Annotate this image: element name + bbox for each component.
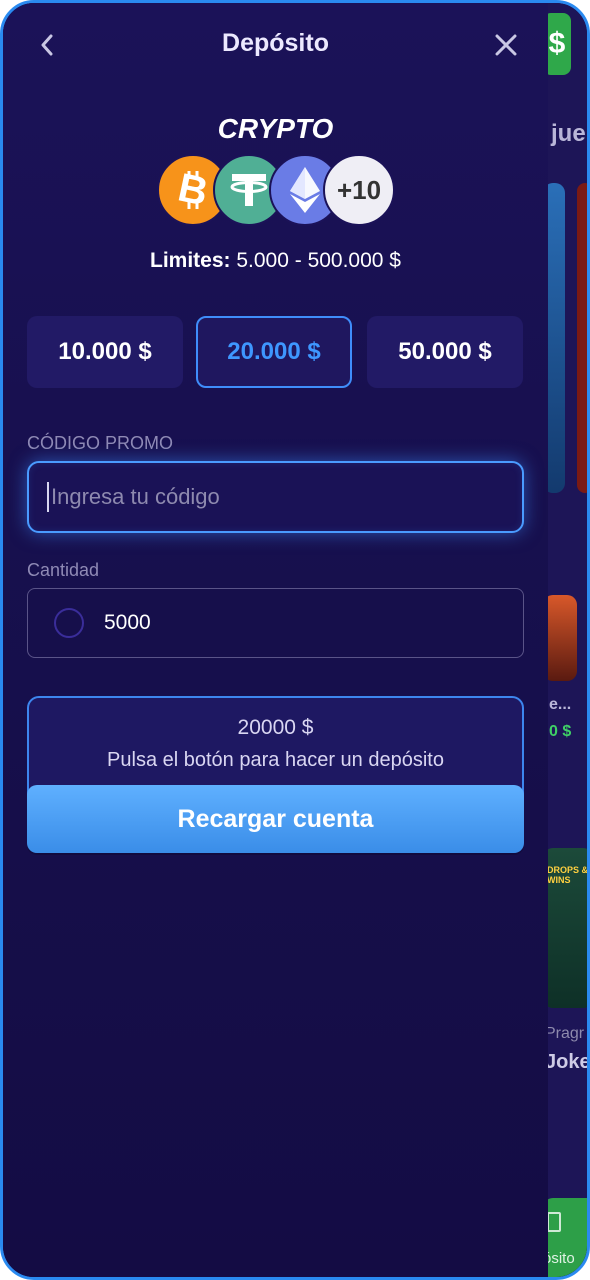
quantity-value: 5000 (104, 611, 151, 634)
close-button[interactable] (489, 27, 523, 63)
promo-code-input[interactable]: Ingresa tu código (27, 461, 524, 533)
bg-deposit-tab[interactable]: ósito (543, 1198, 587, 1277)
quantity-input[interactable]: 5000 (27, 588, 524, 658)
text-caret (47, 482, 49, 512)
page-title: Depósito (222, 29, 329, 57)
summary-hint: Pulsa el botón para hacer un depósito (107, 749, 444, 771)
currency-circle-icon (54, 608, 84, 638)
bg-game-name: e... (549, 696, 572, 713)
bg-drops-wins-logo: DROPS & WINS (547, 865, 589, 885)
close-icon (495, 34, 517, 56)
payment-method-title: CRYPTO (217, 113, 334, 144)
recharge-account-button[interactable]: Recargar cuenta (27, 785, 524, 853)
wallet-icon (547, 1212, 561, 1232)
limits-text: Limites: 5.000 - 500.000 $ (3, 249, 548, 273)
bg-game-card[interactable] (577, 183, 587, 493)
promo-code-placeholder: Ingresa tu código (51, 484, 220, 509)
summary-amount: 20000 $ (237, 716, 314, 739)
bg-section-title: jue (551, 120, 586, 147)
bg-game-name: Joke (545, 1051, 590, 1073)
limits-value: 5.000 - 500.000 $ (230, 249, 401, 272)
bg-game-prize: 0 $ (549, 723, 572, 740)
quick-amount-button-selected[interactable]: 20.000 $ (196, 316, 352, 388)
panel-header: Depósito (3, 3, 548, 87)
device-frame: $ jue e... 0 $ DROPS & WINS Pragr Joke ó… (0, 0, 590, 1280)
promo-code-label: CÓDIGO PROMO (27, 433, 174, 453)
deposit-panel: Depósito CRYPTO B +10 Limites: 5.000 - 5… (3, 3, 548, 1277)
bg-game-card[interactable] (543, 595, 577, 681)
quick-amount-button[interactable]: 50.000 $ (367, 316, 523, 388)
svg-text:B: B (174, 167, 211, 213)
bg-provider-name: Pragr (545, 1025, 585, 1042)
quick-amount-button[interactable]: 10.000 $ (27, 316, 183, 388)
limits-label: Limites: (150, 249, 231, 272)
crypto-coins-group: B +10 (157, 154, 397, 228)
quantity-label: Cantidad (27, 560, 100, 580)
more-coins-badge: +10 (323, 154, 395, 226)
